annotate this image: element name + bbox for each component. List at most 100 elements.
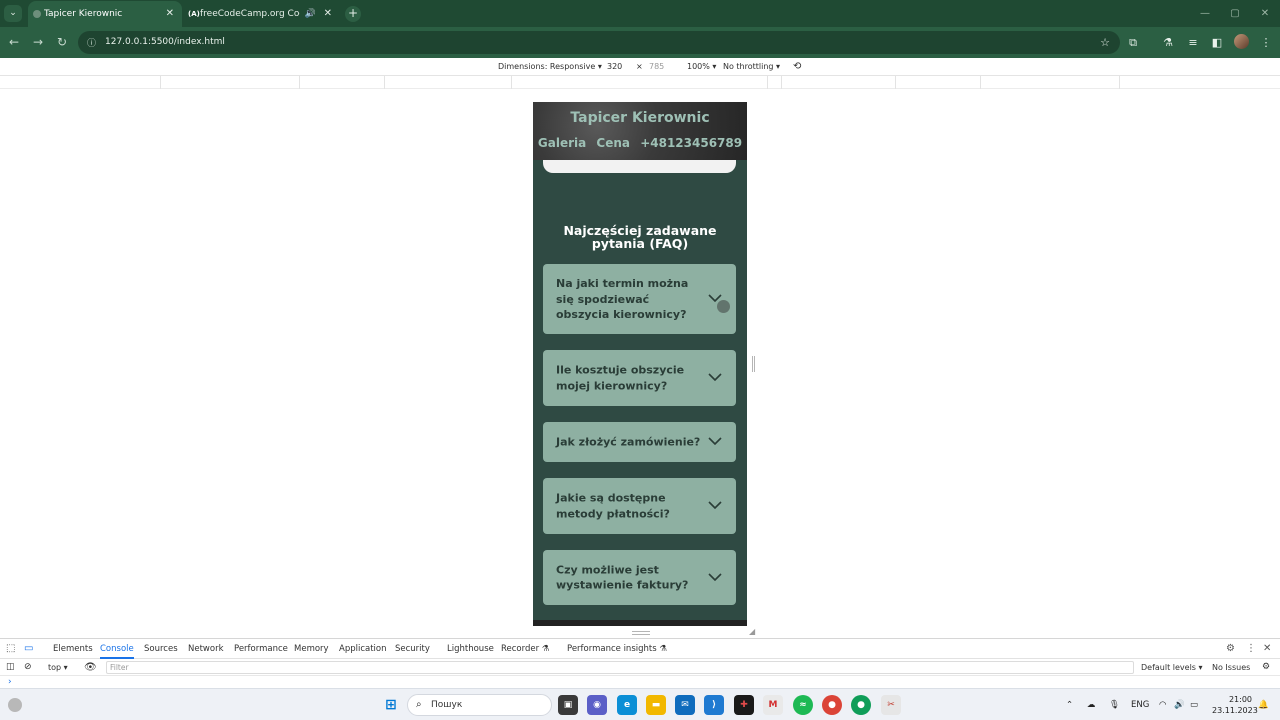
- console-filter-input[interactable]: Filter: [106, 661, 1134, 674]
- console-prompt[interactable]: ›: [8, 677, 12, 687]
- faq-item[interactable]: Czy możliwe jest wystawienie faktury?: [543, 550, 736, 605]
- edge-browser-icon[interactable]: e: [617, 695, 637, 715]
- system-clock[interactable]: 21:00 23.11.2023: [1212, 694, 1258, 716]
- taskbar-search-box[interactable]: ⌕ Пошук: [407, 694, 552, 716]
- weather-widget-icon[interactable]: [8, 698, 22, 712]
- media-query-ruler[interactable]: [0, 76, 1280, 89]
- sidebar-toggle-icon[interactable]: ◫: [6, 659, 15, 676]
- devtools-tab-performance[interactable]: Performance: [234, 639, 288, 659]
- width-input[interactable]: 320: [607, 58, 622, 76]
- labs-flask-icon[interactable]: ⚗: [1158, 27, 1178, 58]
- faq-item[interactable]: Na jaki termin można się spodziewać obsz…: [543, 264, 736, 334]
- mail-icon[interactable]: ✉: [675, 695, 695, 715]
- width-resize-handle[interactable]: [752, 356, 755, 372]
- height-input[interactable]: 785: [649, 58, 664, 76]
- side-panel-icon[interactable]: ◧: [1207, 27, 1227, 58]
- context-selector[interactable]: top ▾: [48, 659, 68, 676]
- microphone-icon[interactable]: 🎙: [1109, 689, 1120, 720]
- chevron-down-icon[interactable]: [708, 437, 722, 445]
- tab-close-icon[interactable]: ✕: [324, 1, 332, 27]
- settings-gear-icon[interactable]: ⚙: [1226, 639, 1235, 659]
- window-close-icon[interactable]: ✕: [1250, 0, 1280, 27]
- onedrive-icon[interactable]: ☁: [1087, 689, 1096, 720]
- window-minimize-icon[interactable]: —: [1190, 0, 1220, 27]
- device-toggle-icon[interactable]: ▭: [24, 639, 33, 659]
- task-view-icon[interactable]: ▣: [558, 695, 578, 715]
- devtools-menu-icon[interactable]: ⋮: [1246, 639, 1256, 659]
- vscode-icon[interactable]: ⟩: [704, 695, 724, 715]
- issues-counter[interactable]: No Issues: [1212, 659, 1250, 676]
- zoom-dropdown[interactable]: 100% ▾: [687, 58, 716, 76]
- devtools-tab-application[interactable]: Application: [339, 639, 387, 659]
- devtools-tab-recorder[interactable]: Recorder ⚗: [501, 639, 549, 659]
- dimension-separator: ×: [636, 62, 643, 71]
- nav-link-cena[interactable]: Cena: [596, 136, 630, 150]
- volume-icon[interactable]: 🔊: [1174, 689, 1185, 720]
- chat-app-icon[interactable]: ◉: [587, 695, 607, 715]
- design-app-icon[interactable]: ✚: [734, 695, 754, 715]
- chrome-icon[interactable]: ●: [822, 695, 842, 715]
- clear-console-icon[interactable]: ⊘: [24, 659, 32, 676]
- start-windows-icon[interactable]: ⊞: [381, 695, 401, 715]
- corner-resize-icon[interactable]: ◢: [749, 627, 757, 636]
- devtools-tab-performance-insights[interactable]: Performance insights ⚗: [567, 639, 667, 659]
- media-controls-icon[interactable]: ≡: [1183, 27, 1203, 58]
- throttling-dropdown[interactable]: No throttling ▾: [723, 58, 780, 76]
- live-expression-eye-icon[interactable]: 👁: [84, 659, 97, 676]
- clock-time: 21:00: [1228, 695, 1252, 704]
- devtools-tab-console[interactable]: Console: [100, 639, 134, 659]
- devtools-tab-security[interactable]: Security: [395, 639, 430, 659]
- battery-icon[interactable]: ▭: [1190, 689, 1198, 720]
- devtools-tab-sources[interactable]: Sources: [144, 639, 178, 659]
- spotify-icon[interactable]: ≈: [793, 695, 813, 715]
- chevron-down-icon[interactable]: [708, 373, 722, 381]
- reload-icon[interactable]: ↻: [51, 27, 73, 58]
- address-bar[interactable]: ⓘ 127.0.0.1:5500/index.html ☆: [78, 31, 1120, 54]
- chevron-down-icon[interactable]: [708, 572, 722, 581]
- chevron-down-icon[interactable]: [708, 501, 722, 509]
- wifi-icon[interactable]: ◠: [1159, 689, 1166, 720]
- snipping-tool-icon[interactable]: ✂: [881, 695, 901, 715]
- devtools-close-icon[interactable]: ✕: [1263, 639, 1271, 659]
- inspect-element-icon[interactable]: ⬚: [6, 639, 15, 659]
- tab-tapicer-kierownic[interactable]: Tapicer Kierownic ✕: [28, 1, 182, 27]
- console-settings-gear-icon[interactable]: ⚙: [1262, 659, 1270, 676]
- tab-favicon-icon: (A): [188, 10, 200, 18]
- tab-audio-icon[interactable]: 🔊: [305, 1, 316, 27]
- emulated-viewport: Tapicer Kierownic Galeria Cena +48123456…: [0, 90, 1280, 638]
- nav-link-galeria[interactable]: Galeria: [538, 136, 586, 150]
- faq-question: Na jaki termin można się spodziewać obsz…: [556, 276, 689, 321]
- rotate-icon[interactable]: ⟲: [793, 58, 801, 76]
- dimensions-dropdown[interactable]: Dimensions: Responsive ▾: [498, 58, 602, 76]
- nav-link-phone[interactable]: +48123456789: [640, 136, 742, 150]
- language-indicator[interactable]: ENG: [1131, 689, 1149, 720]
- chrome-profile-icon[interactable]: ●: [851, 695, 871, 715]
- window-maximize-icon[interactable]: ▢: [1220, 0, 1250, 27]
- devtools-tab-elements[interactable]: Elements: [53, 639, 93, 659]
- log-levels-dropdown[interactable]: Default levels ▾: [1141, 659, 1203, 676]
- faq-item[interactable]: Jakie są dostępne metody płatności?: [543, 478, 736, 534]
- extensions-icon[interactable]: ⧉: [1123, 27, 1143, 58]
- tab-search-chevron-icon[interactable]: ⌄: [4, 5, 22, 22]
- devtools-tab-network[interactable]: Network: [188, 639, 224, 659]
- tab-close-icon[interactable]: ✕: [166, 1, 174, 27]
- devtools-tab-memory[interactable]: Memory: [294, 639, 329, 659]
- tray-overflow-icon[interactable]: ⌃: [1066, 689, 1073, 720]
- faq-item[interactable]: Ile kosztuje obszycie mojej kierownicy?: [543, 350, 736, 406]
- bookmark-star-icon[interactable]: ☆: [1100, 31, 1110, 54]
- media-app-icon[interactable]: M: [763, 695, 783, 715]
- browser-menu-icon[interactable]: ⋮: [1256, 27, 1276, 58]
- new-tab-button[interactable]: +: [345, 6, 361, 22]
- profile-avatar[interactable]: [1234, 34, 1249, 49]
- back-arrow-icon[interactable]: ←: [3, 27, 25, 58]
- forward-arrow-icon[interactable]: →: [27, 27, 49, 58]
- devtools-tab-lighthouse[interactable]: Lighthouse: [447, 639, 494, 659]
- faq-question: Ile kosztuje obszycie mojej kierownicy?: [556, 363, 685, 393]
- notification-bell-icon[interactable]: 🔔: [1258, 689, 1269, 720]
- height-resize-handle[interactable]: [632, 631, 650, 635]
- faq-item[interactable]: Jak złożyć zamówienie?: [543, 422, 736, 462]
- file-explorer-icon[interactable]: ▬: [646, 695, 666, 715]
- tab-freecodecamp[interactable]: (A) freeCodeCamp.org Code Radio 🔊 ✕: [184, 1, 340, 27]
- url-text[interactable]: 127.0.0.1:5500/index.html: [105, 31, 225, 54]
- site-info-icon[interactable]: ⓘ: [87, 36, 97, 49]
